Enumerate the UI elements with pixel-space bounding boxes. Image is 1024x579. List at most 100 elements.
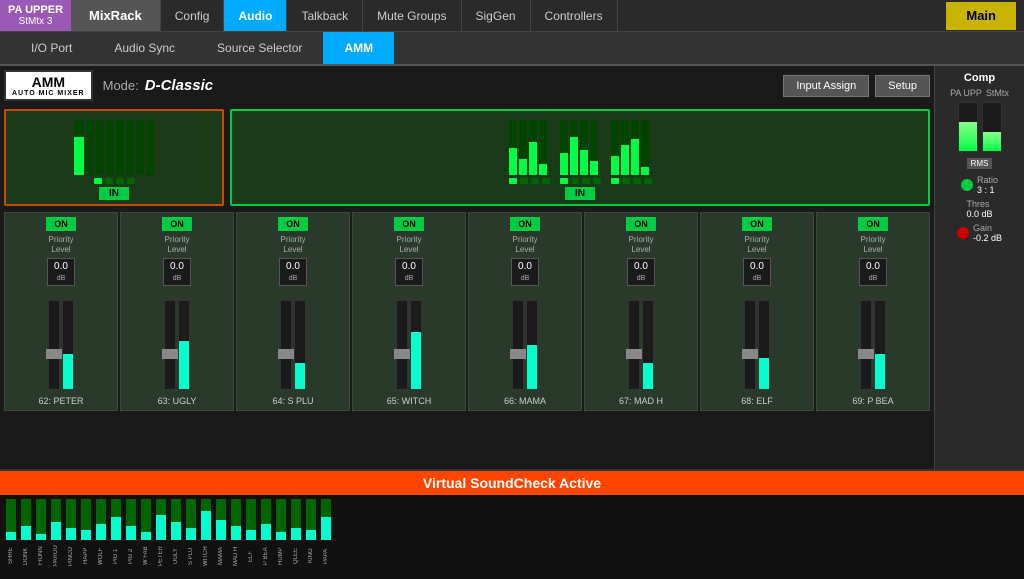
subtab-sourceselector[interactable]: Source Selector [196,32,323,64]
bottom-label-2: FIONN [38,541,44,571]
on-button-8[interactable]: ON [858,217,888,231]
bottom-label-20: KING [308,541,314,571]
virtual-soundcheck-banner: Virtual SoundCheck Active [0,471,1024,495]
bottom-bar-2 [36,499,46,540]
bottom-bar-7 [111,499,121,540]
channel-strip-5: ON PriorityLevel 0.0dB 66: MAMA [468,212,582,411]
fader-track-5[interactable] [512,300,524,390]
nav-tab-siggen[interactable]: SigGen [462,0,531,31]
on-button-6[interactable]: ON [626,217,656,231]
bottom-meter-col-19: QLEE [289,499,303,571]
channel-name-3: 64: S PLU [272,396,313,406]
on-button-2[interactable]: ON [162,217,192,231]
fader-level-fill-5 [527,345,537,389]
fader-area-3 [280,290,306,390]
priority-label-4: PriorityLevel [397,235,422,254]
fader-level-fill-1 [63,354,73,389]
fader-area-4 [396,290,422,390]
input-assign-button[interactable]: Input Assign [783,75,869,97]
meter-groups: IN [4,109,930,206]
pa-upper-section: PA UPPER StMtx 3 [0,0,71,31]
subtab-ioport[interactable]: I/O Port [10,32,93,64]
rmb-1 [509,120,517,175]
meter-bars-right-1 [509,115,550,175]
bottom-bar-fill-1 [21,526,31,540]
channel-name-4: 65: WITCH [387,396,432,406]
bottom-meter-col-14: MAMA [214,499,228,571]
bottom-label-18: HUMP [278,541,284,571]
on-button-4[interactable]: ON [394,217,424,231]
nav-tab-config[interactable]: Config [161,0,225,31]
rmb-11 [631,120,639,175]
fader-track-8[interactable] [860,300,872,390]
on-button-3[interactable]: ON [278,217,308,231]
bottom-bar-18 [276,499,286,540]
on-button-7[interactable]: ON [742,217,772,231]
bottom-meter-col-1: DONK [19,499,33,571]
bottom-bar-fill-12 [186,528,196,540]
fader-track-2[interactable] [164,300,176,390]
bottom-bar-6 [96,499,106,540]
on-button-5[interactable]: ON [510,217,540,231]
subtab-amm[interactable]: AMM [323,32,394,64]
bottom-label-12: S PLU [188,541,194,571]
nav-tab-audio[interactable]: Audio [224,0,287,31]
nav-tab-talkback[interactable]: Talkback [287,0,363,31]
meter-bar-4 [106,120,114,175]
bottom-label-19: QLEE [293,541,299,571]
fader-track-3[interactable] [280,300,292,390]
comp-meter-1 [958,102,978,152]
bottom-bar-13 [201,499,211,540]
bottom-meter-col-18: HUMP [274,499,288,571]
nav-tab-controllers[interactable]: Controllers [531,0,618,31]
fader-level-5 [526,300,538,390]
amm-logo: AMM AUTO MIC MIXER [4,70,93,101]
bottom-label-14: MAMA [218,541,224,571]
bottom-bar-fill-7 [111,517,121,540]
bottom-bar-fill-9 [141,532,151,540]
bottom-bar-9 [141,499,151,540]
channel-name-8: 69: P BEA [852,396,893,406]
bottom-bar-fill-6 [96,524,106,540]
fader-level-8 [874,300,886,390]
fader-track-4[interactable] [396,300,408,390]
fader-track-7[interactable] [744,300,756,390]
subtab-audiosync[interactable]: Audio Sync [93,32,196,64]
bottom-bar-fill-8 [126,526,136,540]
mixrack-tab[interactable]: MixRack [71,0,161,31]
bottom-meter-col-15: MAD H [229,499,243,571]
bottom-bar-19 [291,499,301,540]
bottom-bar-8 [126,499,136,540]
priority-label-7: PriorityLevel [745,235,770,254]
fader-level-fill-2 [179,341,189,389]
rmb-2 [519,120,527,175]
bottom-bar-fill-21 [321,517,331,540]
setup-button[interactable]: Setup [875,75,930,97]
level-display-6: 0.0dB [627,258,655,286]
bottom-bar-21 [321,499,331,540]
bottom-label-8: PIG 2 [128,541,134,571]
fader-track-6[interactable] [628,300,640,390]
fader-track-1[interactable] [48,300,60,390]
main-button[interactable]: Main [946,2,1016,30]
fader-level-fill-3 [295,363,305,389]
bottom-meter-col-7: PIG 1 [109,499,123,571]
channel-name-7: 68: ELF [741,396,773,406]
bottom-bar-15 [231,499,241,540]
nav-tab-mutegroups[interactable]: Mute Groups [363,0,461,31]
thres-row: Thres 0.0 dB [966,199,992,219]
level-display-7: 0.0dB [743,258,771,286]
bottom-label-4: PINCO [68,541,74,571]
fader-level-1 [62,300,74,390]
bottom-meter-col-6: WOLF [94,499,108,571]
meter-bar-6 [126,120,134,175]
bottom-label-1: DONK [23,541,29,571]
bottom-meter-col-11: UGLY [169,499,183,571]
fader-area-5 [512,290,538,390]
gain-label: Gain [973,223,1002,233]
bottom-meters: SHRE DONK FIONN PAROU PINCO HA [0,495,1024,575]
meter-dots-right3 [611,178,652,184]
on-button-1[interactable]: ON [46,217,76,231]
bottom-label-5: HAPP [83,541,89,571]
rmb-10 [621,120,629,175]
